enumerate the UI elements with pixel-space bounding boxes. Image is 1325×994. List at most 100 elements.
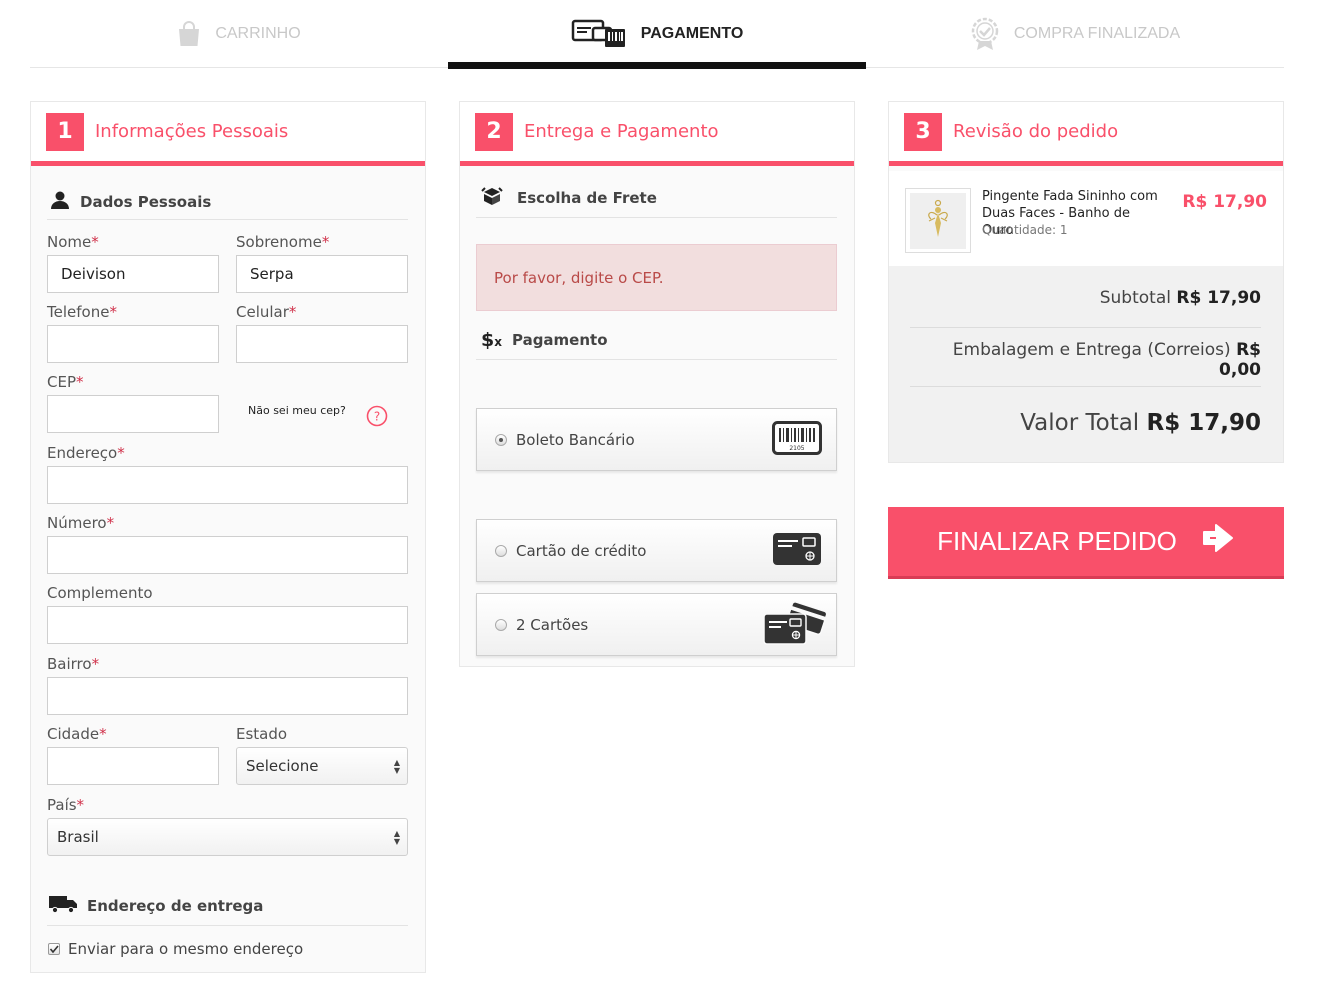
two-cards-icon [762,600,828,650]
state-field: Estado Selecione ▲ ▼ [236,725,408,785]
product-thumbnail[interactable] [905,188,971,253]
first-name-input[interactable] [47,255,219,293]
two-cards-radio[interactable] [495,618,507,631]
state-select[interactable]: Selecione ▲ ▼ [236,747,408,785]
subtotal-value: R$ 17,90 [1176,288,1261,308]
mobile-input[interactable] [236,325,408,363]
step-cart[interactable]: CARRINHO [30,0,448,68]
order-review-header: 3 Revisão do pedido [889,102,1283,166]
payment-option-boleto[interactable]: Boleto Bancário 2105 [476,408,837,471]
cep-input[interactable] [47,395,219,433]
complement-field: Complemento [47,584,408,644]
shipping-row: Embalagem e Entrega (Correios) R$ 0,00 [910,340,1261,380]
phone-label: Telefone [47,303,110,321]
step-number-badge: 2 [475,112,513,151]
select-arrows-icon: ▲ ▼ [393,758,400,775]
last-name-input[interactable] [236,255,408,293]
product-price: R$ 17,90 [1182,192,1267,212]
arrow-right-icon [1201,523,1235,560]
required-mark: * [321,233,330,251]
shipping-section: Escolha de Frete [476,178,837,218]
svg-text:?: ? [374,410,380,424]
phone-input[interactable] [47,325,219,363]
personal-data-title: Dados Pessoais [80,192,212,211]
personal-info-title: Informações Pessoais [95,121,289,142]
step-payment[interactable]: PAGAMENTO [448,0,866,69]
total-row: Valor Total R$ 17,90 [910,410,1261,436]
cep-field: CEP* [47,373,219,433]
required-mark: * [76,796,85,814]
payment-option-credit-card[interactable]: Cartão de crédito [476,519,837,582]
cep-help-link[interactable]: Não sei meu cep? [248,404,346,417]
number-label: Número [47,514,107,532]
country-label: País [47,796,77,814]
number-input[interactable] [47,536,408,574]
step-number-badge: 1 [46,112,84,151]
delivery-address-title: Endereço de entrega [87,896,264,915]
boleto-label: Boleto Bancário [516,430,635,449]
step-cart-label: CARRINHO [215,25,301,42]
step-complete[interactable]: COMPRA FINALIZADA [866,0,1284,68]
shipping-box-icon [481,186,503,210]
subtotal-row: Subtotal R$ 17,90 [910,288,1261,308]
two-cards-label: 2 Cartões [516,615,589,634]
mobile-label: Celular [236,303,289,321]
credit-card-radio[interactable] [495,544,507,557]
complement-input[interactable] [47,606,408,644]
fairy-pendant-image [910,192,966,249]
boleto-radio[interactable] [495,433,507,446]
same-address-option[interactable]: Enviar para o mesmo endereço [48,940,303,958]
first-name-field: Nome* [47,233,219,293]
country-select[interactable]: Brasil ▲ ▼ [47,818,408,856]
step-complete-label: COMPRA FINALIZADA [1013,25,1181,42]
help-question-icon[interactable]: ? [366,405,388,431]
last-name-field: Sobrenome* [236,233,408,293]
city-label: Cidade [47,725,100,743]
personal-info-header: 1 Informações Pessoais [31,102,425,166]
barcode-boleto-icon: 2105 [772,420,822,459]
truck-icon [49,895,77,917]
dollar-icon: $x [481,328,502,351]
total-value: R$ 17,90 [1146,410,1261,436]
shipping-title: Escolha de Frete [517,188,657,207]
finalize-order-button[interactable]: FINALIZAR PEDIDO [888,507,1284,579]
complement-label: Complemento [47,584,153,602]
shipping-cost-label: Embalagem e Entrega (Correios) [952,340,1231,360]
order-review-panel: 3 Revisão do pedido Pingente Fada Sininh… [888,101,1284,463]
order-review-title: Revisão do pedido [953,121,1119,142]
required-mark: * [117,444,125,462]
required-mark: * [91,655,100,673]
checkout-steps: CARRINHO PAGAMENTO COMPRA FINALIZADA [30,0,1284,69]
required-mark: * [109,303,117,321]
delivery-address-section: Endereço de entrega [47,886,408,926]
delivery-payment-title: Entrega e Pagamento [524,121,719,142]
personal-data-section: Dados Pessoais [47,184,408,220]
shopping-bag-icon [177,21,201,47]
country-select-value: Brasil [57,828,99,846]
subtotal-label: Subtotal [1099,288,1171,308]
number-field: Número* [47,514,408,574]
cep-alert: Por favor, digite o CEP. [476,244,837,311]
product-quantity: Quantidade: 1 [982,223,1068,237]
select-arrows-icon: ▲ ▼ [393,829,400,846]
payment-title: Pagamento [511,330,608,349]
same-address-label: Enviar para o mesmo endereço [68,940,304,958]
checkmark-icon [49,945,59,954]
country-field: País* Brasil ▲ ▼ [47,796,408,856]
payment-option-two-cards[interactable]: 2 Cartões [476,593,837,656]
city-field: Cidade* [47,725,219,785]
state-select-value: Selecione [246,757,319,775]
required-mark: * [106,514,115,532]
address-input[interactable] [47,466,408,504]
city-input[interactable] [47,747,219,785]
neighborhood-label: Bairro [47,655,92,673]
cep-label: CEP [47,373,76,391]
neighborhood-field: Bairro* [47,655,408,715]
neighborhood-input[interactable] [47,677,408,715]
delivery-payment-panel: 2 Entrega e Pagamento Escolha de Frete P… [459,101,855,667]
personal-info-panel: 1 Informações Pessoais Dados Pessoais No… [30,101,426,973]
same-address-checkbox[interactable] [48,943,60,955]
step-number-badge: 3 [904,112,942,151]
totals-divider [910,327,1261,328]
order-item: Pingente Fada Sininho com Duas Faces - B… [889,171,1283,266]
